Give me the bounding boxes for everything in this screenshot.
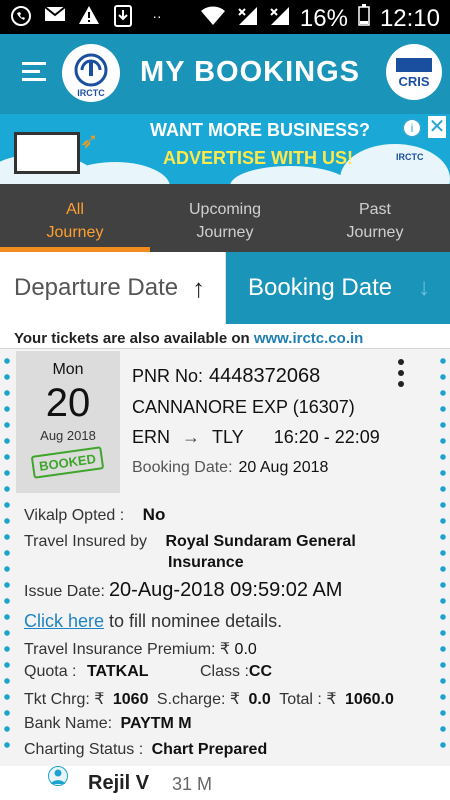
- quota-value: TATKAL: [86, 663, 149, 680]
- passenger-name: Rejil V: [88, 772, 150, 794]
- whatsapp-icon: [10, 5, 32, 27]
- arrow-down-icon: ↓: [418, 274, 431, 301]
- irctc-website-link[interactable]: www.irctc.co.in: [254, 330, 363, 347]
- ad-headline: WANT MORE BUSINESS?: [150, 120, 371, 140]
- charges-row: Tkt Chrg: ₹ 1060 S.charge: ₹ 0.0 Total :…: [24, 691, 394, 708]
- battery-level: 16%: [299, 4, 348, 32]
- train-name: CANNANORE EXP (16307): [132, 397, 355, 417]
- journey-date-box: Mon 20 Aug 2018 BOOKED: [16, 351, 120, 493]
- ad-close-icon[interactable]: ✕: [428, 116, 446, 138]
- sort-bar: Departure Date ↑ Booking Date ↓: [0, 252, 450, 324]
- booking-date: 20 Aug 2018: [238, 459, 329, 476]
- booking-date-line: Booking Date: 20 Aug 2018: [132, 459, 329, 476]
- tickets-notice: Your tickets are also available on www.i…: [14, 330, 364, 347]
- download-icon: [112, 5, 134, 27]
- journey-day: Mon: [52, 361, 84, 378]
- nominee-link[interactable]: Click here: [24, 611, 104, 631]
- passenger-avatar-icon: [48, 766, 68, 786]
- notification-icons: ··: [10, 5, 168, 27]
- quota-row: Quota : TATKAL: [24, 663, 149, 680]
- perforation-right: [440, 353, 446, 753]
- issue-date: 20-Aug-2018 09:59:02 AM: [108, 579, 343, 601]
- tab-past-journey[interactable]: Past Journey: [300, 184, 450, 252]
- pnr-number: 4448372068: [209, 365, 321, 387]
- from-station: ERN: [132, 427, 171, 447]
- signal-x-icon: [236, 5, 258, 33]
- cris-logo: CRIS: [386, 44, 442, 100]
- svg-text:IRCTC: IRCTC: [77, 88, 105, 98]
- ad-banner[interactable]: ➶ WANT MORE BUSINESS? ADVERTISE WITH US!…: [0, 114, 450, 184]
- journey-month-year: Aug 2018: [40, 428, 96, 443]
- premium-value: 0.0: [234, 641, 257, 658]
- battery-icon: [358, 4, 370, 33]
- bank-row: Bank Name: PAYTM M: [24, 715, 192, 732]
- journey-date: 20: [45, 381, 91, 425]
- system-icons: 16% 12:10: [200, 4, 440, 33]
- warning-icon: [78, 5, 100, 27]
- app-bar: IRCTC MY BOOKINGS CRIS: [0, 34, 450, 114]
- issue-date-row: Issue Date: 20-Aug-2018 09:59:02 AM: [24, 579, 343, 601]
- sort-booking-date-button[interactable]: Booking Date ↓: [226, 252, 450, 324]
- laptop-illustration: [14, 132, 80, 174]
- class-value: CC: [248, 663, 273, 680]
- more-dots-icon: ··: [152, 8, 162, 24]
- sort-departure-date-button[interactable]: Departure Date ↑: [0, 252, 226, 324]
- page-title: MY BOOKINGS: [140, 56, 360, 88]
- route-line: ERN → TLY 16:20 - 22:09: [132, 427, 380, 448]
- pnr-line: PNR No: 4448372068: [132, 365, 321, 387]
- ticket-card[interactable]: Mon 20 Aug 2018 BOOKED PNR No: 4448372068…: [0, 348, 450, 768]
- charting-status: Chart Prepared: [151, 741, 268, 758]
- service-charge: 0.0: [248, 691, 271, 708]
- svg-text:CRIS: CRIS: [398, 74, 429, 89]
- to-station: TLY: [212, 427, 244, 447]
- insurer-name-cont: Insurance: [168, 554, 244, 571]
- booked-stamp: BOOKED: [31, 446, 105, 479]
- ticket-charge: 1060: [112, 691, 149, 708]
- tab-all-journey[interactable]: All Journey: [0, 184, 150, 252]
- bank-name: PAYTM M: [120, 715, 192, 732]
- journey-tabs: All Journey Upcoming Journey Past Journe…: [0, 184, 450, 252]
- total-amount: 1060.0: [344, 691, 394, 708]
- status-bar: ·· 16% 12:10: [0, 0, 450, 34]
- ad-info-icon[interactable]: i: [402, 118, 422, 138]
- signal-x-icon: [268, 5, 290, 33]
- wifi-icon: [200, 5, 226, 33]
- rocket-icon: ➶: [80, 128, 99, 153]
- arrow-up-icon: ↑: [192, 272, 206, 303]
- charting-row: Charting Status : Chart Prepared: [24, 741, 268, 758]
- premium-row: Travel Insurance Premium: ₹ 0.0: [24, 641, 257, 658]
- tab-upcoming-journey[interactable]: Upcoming Journey: [150, 184, 300, 252]
- nominee-row: Click here to fill nominee details.: [24, 611, 283, 631]
- passenger-age-gender: 31 M: [172, 774, 213, 794]
- perforation-left: [4, 353, 10, 753]
- ad-subline: ADVERTISE WITH US!: [163, 148, 354, 168]
- gmail-icon: [44, 5, 66, 27]
- insurer-name: Royal Sundaram General: [165, 533, 356, 550]
- journey-time: 16:20 - 22:09: [273, 427, 380, 447]
- ad-brand: IRCTC: [396, 152, 424, 162]
- insurance-row: Travel Insured by Royal Sundaram General: [24, 533, 356, 550]
- passenger-row[interactable]: Rejil V 31 M: [0, 766, 450, 800]
- more-options-icon[interactable]: [398, 359, 404, 392]
- class-row: Class :CC: [200, 663, 273, 680]
- vikalp-row: Vikalp Opted : No: [24, 505, 166, 524]
- clock: 12:10: [379, 4, 440, 32]
- arrow-right-icon: →: [182, 427, 201, 447]
- vikalp-value: No: [142, 505, 166, 524]
